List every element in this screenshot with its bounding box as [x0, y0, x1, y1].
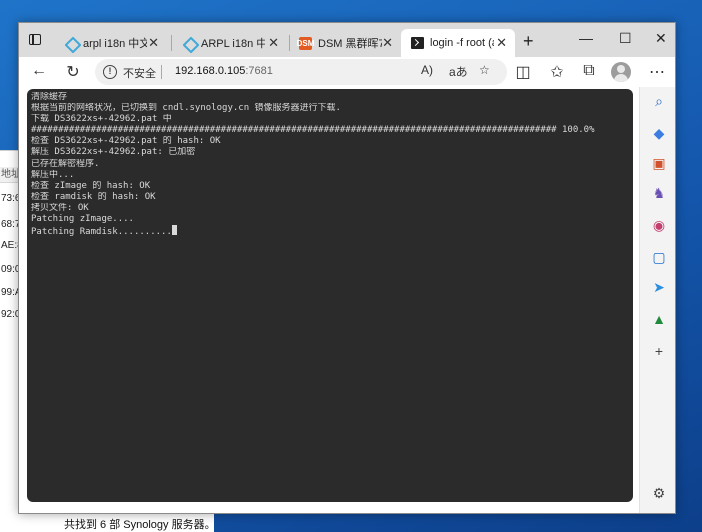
close-window-button[interactable]: ✕: [655, 30, 667, 47]
url-host: 192.168.0.105: [175, 65, 246, 77]
favorites-icon[interactable]: ✩: [547, 62, 567, 82]
terminal-line: Patching zImage....: [31, 214, 134, 225]
tab-actions-icon[interactable]: [27, 31, 45, 49]
url-port: :7681: [245, 65, 273, 77]
favorite-star-icon[interactable]: ☆: [479, 63, 490, 77]
terminal-line: 拷贝文件: OK: [31, 202, 89, 213]
tab-arpl-i18n-1[interactable]: arpl i18n 中文本 ✕: [55, 29, 167, 57]
split-screen-icon[interactable]: ◫: [513, 62, 533, 82]
terminal-cursor: [171, 225, 177, 236]
back-arrow-icon[interactable]: ←: [29, 62, 49, 80]
chess-icon[interactable]: ♞: [649, 183, 669, 203]
dsm-favicon-icon: DSM: [296, 36, 315, 50]
diamond-icon: [183, 37, 195, 49]
outlook-icon[interactable]: ▢: [649, 247, 669, 267]
reload-icon[interactable]: ↻: [63, 62, 83, 82]
terminal-line-current: Patching Ramdisk..........: [31, 225, 629, 238]
tab-terminal[interactable]: login -f root (ar ✕: [401, 29, 515, 57]
tab-title: arpl i18n 中文本: [83, 38, 147, 50]
tab-title: DSM 黑群晖7.10: [318, 38, 382, 50]
page-content: 清除缓存 根据当前的网络状况，已切换到 cndl.synology.cn 镜像服…: [19, 87, 639, 513]
title-bar: arpl i18n 中文本 ✕ ARPL i18n 中文版 ✕ DSM DSM …: [19, 23, 675, 57]
browser-toolbar: ← ↻ ! 不安全 192.168.0.105:7681 A︎) aあ ☆ ◫ …: [19, 57, 675, 87]
maximize-button[interactable]: ☐: [619, 30, 632, 47]
terminal-line: 解压中...: [31, 169, 75, 180]
tab-title: ARPL i18n 中文版: [201, 38, 265, 50]
address-bar[interactable]: ! 不安全 192.168.0.105:7681 A︎) aあ ☆: [95, 59, 507, 85]
terminal-console[interactable]: 清除缓存 根据当前的网络状况，已切换到 cndl.synology.cn 镜像服…: [27, 89, 633, 502]
tab-dsm[interactable]: DSM DSM 黑群晖7.10 ✕: [289, 29, 401, 57]
close-tab-icon[interactable]: ✕: [496, 35, 507, 51]
more-menu-icon[interactable]: ⋯: [647, 62, 667, 82]
terminal-line: 清除缓存: [31, 92, 68, 102]
close-tab-icon[interactable]: ✕: [148, 35, 159, 51]
add-icon[interactable]: +: [649, 341, 669, 361]
terminal-line-text: Patching Ramdisk..........: [31, 227, 172, 238]
send-icon[interactable]: ➤: [649, 277, 669, 297]
search-icon[interactable]: ⌕: [649, 91, 669, 111]
security-label[interactable]: 不安全: [123, 65, 156, 81]
minimize-button[interactable]: —: [579, 30, 593, 46]
read-aloud-icon[interactable]: A︎): [421, 63, 433, 77]
office-icon[interactable]: ◉: [649, 215, 669, 235]
browser-window: arpl i18n 中文本 ✕ ARPL i18n 中文版 ✕ DSM DSM …: [18, 22, 676, 514]
tag-icon[interactable]: ◆: [649, 123, 669, 143]
terminal-line: 检查 DS3622xs+-42962.pat 的 hash: OK: [31, 136, 221, 147]
terminal-line: 下载 DS3622xs+-42962.pat 中: [31, 114, 172, 125]
close-tab-icon[interactable]: ✕: [268, 35, 279, 51]
warning-icon[interactable]: !: [103, 65, 117, 79]
new-tab-button[interactable]: +: [523, 31, 534, 52]
terminal-line: 已存在解密程序.: [31, 158, 100, 169]
translate-icon[interactable]: aあ: [449, 63, 468, 80]
terminal-line: 检查 ramdisk 的 hash: OK: [31, 191, 156, 202]
terminal-line: 根据当前的网络状况，已切换到 cndl.synology.cn 镜像服务器进行下…: [31, 103, 341, 114]
edge-sidebar: ⌕ ◆ ▣ ♞ ◉ ▢ ➤ ▲ + ⚙: [639, 87, 675, 513]
tab-divider: [171, 35, 172, 51]
terminal-line: 检查 zImage 的 hash: OK: [31, 180, 151, 191]
toolbox-icon[interactable]: ▣: [649, 153, 669, 173]
url-text[interactable]: 192.168.0.105:7681: [175, 65, 273, 77]
terminal-icon: [411, 37, 424, 49]
collections-icon[interactable]: ⧉: [579, 62, 599, 80]
tab-arpl-i18n-2[interactable]: ARPL i18n 中文版 ✕: [173, 29, 287, 57]
server-count-status: 共找到 6 部 Synology 服务器。: [64, 519, 216, 531]
address-divider: [161, 65, 162, 79]
terminal-progress-line: ########################################…: [31, 125, 595, 136]
gear-icon[interactable]: ⚙: [649, 483, 669, 503]
avatar[interactable]: [611, 62, 631, 82]
tree-icon[interactable]: ▲: [649, 309, 669, 329]
tab-title: login -f root (ar: [430, 37, 494, 49]
close-tab-icon[interactable]: ✕: [382, 35, 393, 51]
diamond-icon: [65, 37, 77, 49]
terminal-line: 解压 DS3622xs+-42962.pat: 已加密: [31, 147, 196, 158]
